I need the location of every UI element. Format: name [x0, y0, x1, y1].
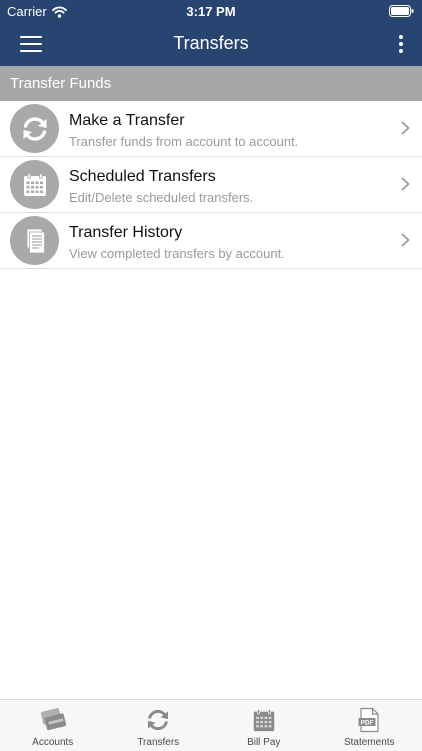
item-subtitle: Transfer funds from account to account. — [69, 134, 298, 149]
calendar-icon — [249, 706, 279, 733]
tab-statements[interactable]: PDF Statements — [317, 700, 422, 751]
cards-icon — [38, 706, 68, 733]
tab-bill-pay[interactable]: Bill Pay — [211, 700, 317, 751]
item-title: Make a Transfer — [69, 112, 185, 130]
tab-label: Transfers — [106, 737, 212, 748]
chevron-right-icon — [401, 121, 410, 135]
calendar-icon — [10, 160, 59, 209]
app-header: Carrier 3:17 PM Transfers — [0, 0, 422, 66]
transfer-options-list: Make a Transfer Transfer funds from acco… — [0, 101, 422, 269]
pdf-icon: PDF — [354, 706, 384, 733]
pdf-icon-text: PDF — [361, 719, 374, 726]
item-title: Scheduled Transfers — [69, 168, 216, 186]
more-vertical-icon[interactable] — [394, 32, 408, 56]
page-title: Transfers — [80, 33, 342, 54]
item-title: Transfer History — [69, 224, 182, 242]
tab-bar: Accounts Transfers — [0, 699, 422, 751]
tab-label: Accounts — [0, 737, 106, 748]
tab-label: Bill Pay — [211, 737, 317, 748]
item-subtitle: Edit/Delete scheduled transfers. — [69, 190, 253, 205]
chevron-right-icon — [401, 177, 410, 191]
hamburger-menu-icon[interactable] — [20, 36, 42, 53]
section-header: Transfer Funds — [0, 66, 422, 101]
status-bar: Carrier 3:17 PM — [0, 0, 422, 22]
document-icon — [10, 216, 59, 265]
navigation-bar: Transfers — [0, 22, 422, 66]
chevron-right-icon — [401, 233, 410, 247]
item-subtitle: View completed transfers by account. — [69, 246, 285, 261]
list-item-scheduled-transfers[interactable]: Scheduled Transfers Edit/Delete schedule… — [0, 157, 422, 213]
tab-label: Statements — [317, 737, 422, 748]
status-time: 3:17 PM — [0, 4, 422, 19]
list-item-transfer-history[interactable]: Transfer History View completed transfer… — [0, 213, 422, 269]
list-item-make-transfer[interactable]: Make a Transfer Transfer funds from acco… — [0, 101, 422, 157]
transfer-arrows-icon — [143, 706, 173, 733]
battery-icon — [389, 5, 414, 17]
tab-transfers[interactable]: Transfers — [106, 700, 212, 751]
transfer-arrows-icon — [10, 104, 59, 153]
tab-accounts[interactable]: Accounts — [0, 700, 106, 751]
